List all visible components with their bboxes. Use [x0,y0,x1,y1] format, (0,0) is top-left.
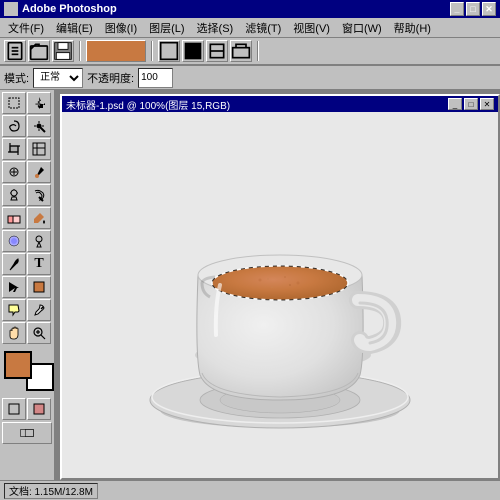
tool-pen[interactable] [2,253,26,275]
tool-text[interactable]: T [27,253,51,275]
toolbar-extra-4[interactable] [230,40,252,62]
doc-title-bar: 未标器-1.psd @ 100%(图层 15,RGB) _ □ ✕ [62,96,498,112]
opacity-input[interactable] [138,68,173,88]
tool-hand[interactable] [2,322,26,344]
fg-bg-colors[interactable] [4,351,54,391]
doc-minimize-button[interactable]: _ [448,98,462,110]
maximize-button[interactable]: □ [466,2,480,16]
tool-quick-mask[interactable] [27,398,51,420]
tool-move[interactable]: ✛ [27,92,51,114]
toolbar-sep-3 [257,41,259,61]
options-bar: 模式: 正常 不透明度: [0,66,500,90]
status-doc-info: 文档: 1.15M/12.8M [4,483,98,499]
document-window: 未标器-1.psd @ 100%(图层 15,RGB) _ □ ✕ [60,94,500,480]
cup-illustration [120,135,440,455]
main-area: ✛ [0,90,500,480]
tool-screen-mode[interactable] [2,422,52,444]
tool-row-11 [2,322,52,344]
tool-blur[interactable] [2,230,26,252]
canvas-area: 未标器-1.psd @ 100%(图层 15,RGB) _ □ ✕ [56,90,500,480]
canvas-content[interactable] [62,112,498,478]
tool-eyedropper[interactable] [27,299,51,321]
tool-eraser[interactable] [2,207,26,229]
opacity-label: 不透明度: [87,70,134,86]
tool-standard-mode[interactable] [2,398,26,420]
menu-filter[interactable]: 滤镜(T) [239,18,287,38]
mode-select[interactable]: 正常 [33,68,83,88]
doc-title: 未标器-1.psd @ 100%(图层 15,RGB) [66,97,446,112]
tool-row-9 [2,276,52,298]
tool-slice[interactable] [27,138,51,160]
tool-row-1: ✛ [2,92,52,114]
fg-color-swatch[interactable] [4,351,32,379]
mode-label: 模式: [4,70,29,86]
toolbar-extra-1[interactable] [158,40,180,62]
tool-row-5 [2,184,52,206]
close-button[interactable]: ✕ [482,2,496,16]
tool-marquee[interactable] [2,92,26,114]
tool-heal[interactable] [2,161,26,183]
app-icon [4,2,18,16]
toolbar-sep-1 [79,41,81,61]
tool-paint-bucket[interactable] [27,207,51,229]
tool-brush[interactable] [27,161,51,183]
menu-help[interactable]: 帮助(H) [388,18,437,38]
menu-file[interactable]: 文件(F) [2,18,50,38]
toolbar-new[interactable] [4,40,26,62]
tool-row-3 [2,138,52,160]
tool-history-brush[interactable] [27,184,51,206]
toolbar-open[interactable] [28,40,50,62]
app-title-bar: Adobe Photoshop _ □ ✕ [0,0,500,18]
toolbox: ✛ [0,90,56,480]
doc-close-button[interactable]: ✕ [480,98,494,110]
menu-bar: 文件(F) 编辑(E) 图像(I) 图层(L) 选择(S) 滤镜(T) 视图(V… [0,18,500,38]
toolbar-save[interactable] [52,40,74,62]
svg-text:✛: ✛ [35,100,42,109]
tool-row-7 [2,230,52,252]
tool-row-2 [2,115,52,137]
tool-shape[interactable] [27,276,51,298]
tool-row-8: T [2,253,52,275]
toolbar-color-swatch[interactable] [86,40,146,62]
toolbar [0,38,500,66]
toolbar-extra-3[interactable] [206,40,228,62]
toolbar-sep-2 [151,41,153,61]
color-swatches [2,349,52,393]
tool-row-6 [2,207,52,229]
menu-select[interactable]: 选择(S) [191,18,240,38]
tool-dodge[interactable] [27,230,51,252]
tool-row-4 [2,161,52,183]
status-bar: 文档: 1.15M/12.8M [0,480,500,500]
menu-layer[interactable]: 图层(L) [143,18,190,38]
tool-crop[interactable] [2,138,26,160]
tool-row-10 [2,299,52,321]
tool-zoom[interactable] [27,322,51,344]
tool-magic-wand[interactable] [27,115,51,137]
tool-row-mode [2,398,52,420]
app-title: Adobe Photoshop [22,3,450,15]
toolbar-extra-2[interactable] [182,40,204,62]
menu-view[interactable]: 视图(V) [287,18,336,38]
tool-notes[interactable] [2,299,26,321]
tool-path-select[interactable] [2,276,26,298]
tool-lasso[interactable] [2,115,26,137]
menu-edit[interactable]: 编辑(E) [50,18,99,38]
tool-clone[interactable] [2,184,26,206]
tool-row-screen [2,422,52,444]
menu-image[interactable]: 图像(I) [99,18,143,38]
minimize-button[interactable]: _ [450,2,464,16]
doc-maximize-button[interactable]: □ [464,98,478,110]
menu-window[interactable]: 窗口(W) [336,18,388,38]
